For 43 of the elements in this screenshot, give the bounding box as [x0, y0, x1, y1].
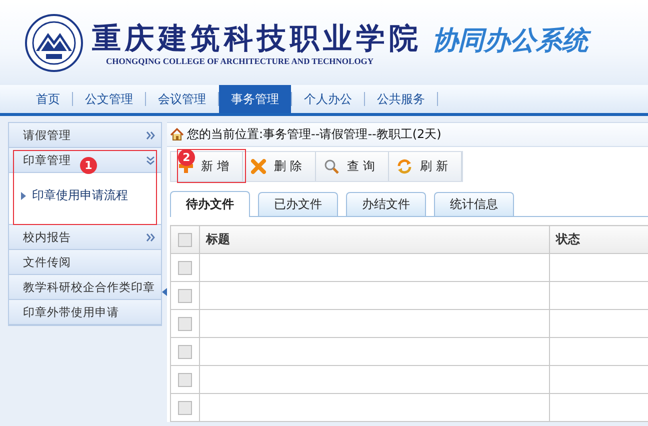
- sidebar-subitem[interactable]: 印章使用申请流程: [9, 187, 161, 204]
- sidebar-item[interactable]: 教学科研校企合作类印章: [9, 275, 161, 300]
- row-checkbox[interactable]: [178, 288, 192, 303]
- tab[interactable]: 已办文件: [258, 192, 338, 216]
- nav-tab[interactable]: 首页: [24, 85, 72, 113]
- nav-tab[interactable]: 事务管理: [219, 85, 291, 113]
- nav-tab[interactable]: 公共服务: [365, 85, 437, 113]
- college-name-english: CHONGQING COLLEGE OF ARCHITECTURE AND TECHNOLOGY: [106, 56, 375, 66]
- search-icon: [324, 158, 339, 174]
- row-checkbox[interactable]: [178, 316, 192, 331]
- toolbar-button[interactable]: 查询: [316, 152, 389, 181]
- toolbar-button[interactable]: 刷新: [389, 152, 462, 181]
- sidebar-item[interactable]: 文件传阅: [9, 250, 161, 275]
- step-badge: 2: [178, 148, 195, 166]
- cross-icon: [251, 158, 266, 174]
- refresh-icon: [397, 158, 412, 174]
- college-logo-icon: [24, 12, 84, 72]
- double-chevron-right-icon: [146, 232, 155, 242]
- select-all-checkbox[interactable]: [178, 232, 192, 247]
- home-icon: [170, 128, 184, 141]
- column-header: 状态: [550, 226, 648, 254]
- sidebar-item[interactable]: 印章外带使用申请: [9, 300, 161, 325]
- breadcrumb-text: 您的当前位置:事务管理--请假管理--教职工(2天): [187, 126, 442, 143]
- tab[interactable]: 办结文件: [346, 192, 426, 216]
- toolbar-button[interactable]: 删除: [243, 152, 316, 181]
- row-checkbox[interactable]: [178, 400, 192, 415]
- sidebar-item[interactable]: 请假管理: [9, 123, 161, 148]
- tab[interactable]: 统计信息: [434, 192, 514, 216]
- nav-tab[interactable]: 会议管理: [146, 85, 218, 113]
- nav-tab[interactable]: 个人办公: [292, 85, 364, 113]
- collapse-arrow-icon[interactable]: [162, 288, 167, 296]
- highlight-frame: [177, 148, 246, 183]
- sidebar-item[interactable]: 校内报告: [9, 225, 161, 250]
- tab[interactable]: 待办文件: [170, 191, 250, 217]
- row-checkbox[interactable]: [178, 344, 192, 359]
- college-name: 重庆建筑科技职业学院: [92, 20, 422, 56]
- double-chevron-down-icon: [146, 156, 155, 164]
- row-checkbox[interactable]: [178, 260, 192, 275]
- double-chevron-right-icon: [146, 130, 155, 140]
- triangle-right-icon: [21, 192, 26, 200]
- row-checkbox[interactable]: [178, 372, 192, 387]
- column-header: 标题: [200, 226, 550, 254]
- nav-tab[interactable]: 公文管理: [73, 85, 145, 113]
